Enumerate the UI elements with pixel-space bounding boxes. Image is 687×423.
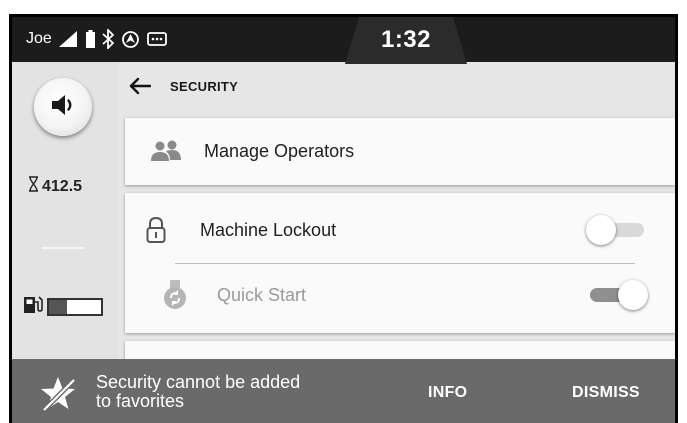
snackbar-message-line2: to favorites xyxy=(96,391,185,411)
machine-lockout-toggle[interactable] xyxy=(586,215,648,245)
fuel-gauge xyxy=(22,294,103,319)
snackbar-message: Security cannot be added to favorites xyxy=(96,373,376,411)
manage-operators-card: Manage Operators xyxy=(125,118,675,185)
screen-frame: Joe 1:32 412.5 SECURITY Manage Operators… xyxy=(9,14,678,423)
user-name[interactable]: Joe xyxy=(26,30,52,48)
hourglass-icon xyxy=(28,176,39,197)
page-header: SECURITY xyxy=(118,62,675,110)
speaker-icon xyxy=(50,93,76,122)
people-icon xyxy=(149,139,183,168)
engine-hours-value: 412.5 xyxy=(42,177,83,195)
favorite-star-crossed-icon xyxy=(38,374,78,419)
bluetooth-icon xyxy=(102,29,114,49)
arrow-left-icon[interactable] xyxy=(128,74,152,98)
lock-icon xyxy=(146,216,166,249)
fuel-level-bar xyxy=(47,297,103,316)
quick-start-toggle[interactable] xyxy=(586,280,648,310)
dismiss-button[interactable]: DISMISS xyxy=(572,384,640,402)
quick-start-label: Quick Start xyxy=(217,284,307,305)
snackbar-message-line1: Security cannot be added xyxy=(96,372,301,392)
volume-button[interactable] xyxy=(34,78,92,136)
machine-lockout-label: Machine Lockout xyxy=(200,219,337,240)
manage-operators-row[interactable]: Manage Operators xyxy=(125,121,675,181)
clock-time: 1:32 xyxy=(380,26,432,53)
snackbar: Security cannot be added to favorites IN… xyxy=(12,359,675,423)
battery-icon xyxy=(85,30,95,48)
rail-divider xyxy=(42,247,84,249)
toggle-thumb xyxy=(618,280,648,310)
lockout-card: Machine Lockout Quick Start xyxy=(125,193,675,333)
machine-lockout-row[interactable]: Machine Lockout xyxy=(125,200,675,260)
fuel-level-fill xyxy=(49,299,68,314)
message-icon xyxy=(146,32,167,46)
quick-start-row[interactable]: Quick Start xyxy=(125,265,675,325)
page-title: SECURITY xyxy=(170,78,239,94)
info-button[interactable]: INFO xyxy=(428,384,467,402)
gps-icon xyxy=(121,30,140,49)
status-bar: Joe 1:32 xyxy=(12,17,675,64)
fuel-pump-icon xyxy=(22,294,44,319)
quick-start-medal-icon xyxy=(163,279,187,316)
signal-icon xyxy=(58,31,79,47)
toggle-thumb xyxy=(586,215,616,245)
row-divider xyxy=(175,263,635,264)
manage-operators-label: Manage Operators xyxy=(204,140,355,161)
engine-hours: 412.5 xyxy=(28,176,82,197)
status-left-group: Joe xyxy=(26,27,167,51)
left-rail: 412.5 xyxy=(12,62,118,362)
